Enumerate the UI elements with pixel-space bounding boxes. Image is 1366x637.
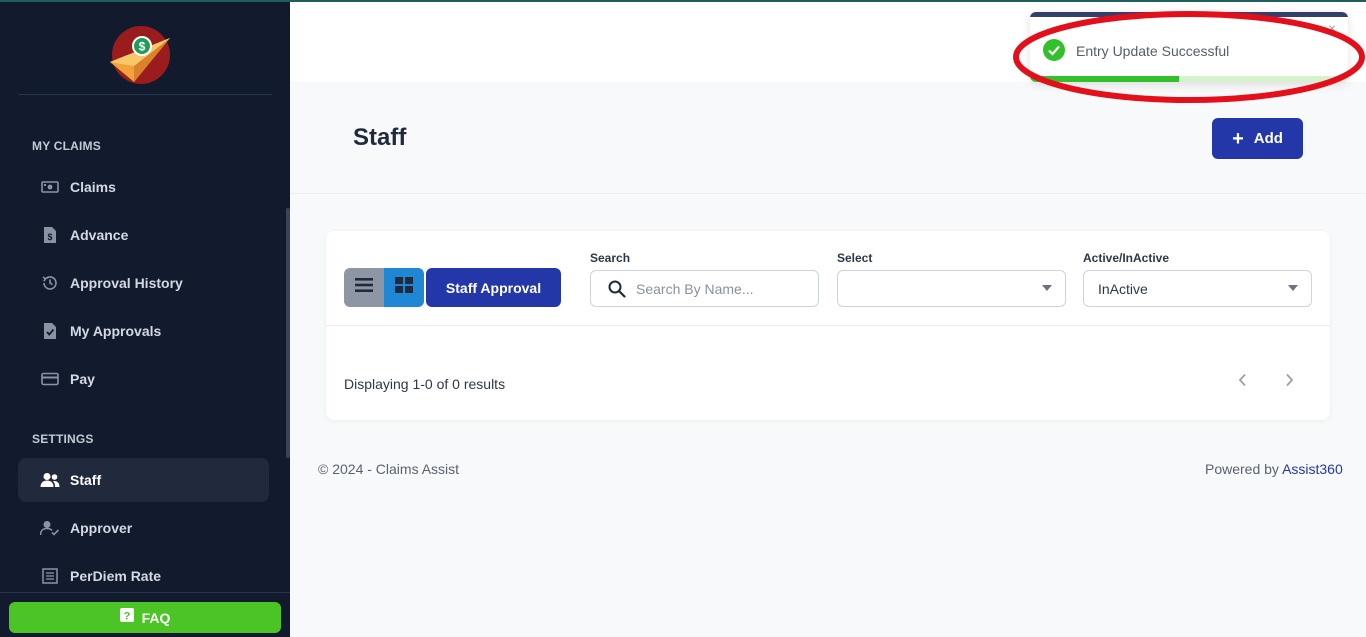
list-icon <box>355 278 373 297</box>
grid-view-button[interactable] <box>384 268 424 307</box>
page-header-band <box>290 82 1366 194</box>
footer-powered-by: Powered by Assist360 <box>1205 461 1343 477</box>
sidebar-item-my-approvals[interactable]: My Approvals <box>18 309 269 353</box>
search-field[interactable] <box>590 270 819 307</box>
table-icon <box>40 566 60 586</box>
toast-top-bar <box>1030 12 1348 17</box>
money-icon <box>40 177 60 197</box>
select-dropdown[interactable] <box>837 270 1066 307</box>
page-title: Staff <box>353 124 407 151</box>
toast-message: Entry Update Successful <box>1076 43 1230 59</box>
assist360-link[interactable]: Assist360 <box>1282 461 1343 477</box>
status-label: Active/InActive <box>1083 251 1170 265</box>
search-label: Search <box>590 251 631 265</box>
search-input[interactable] <box>636 280 806 297</box>
select-label: Select <box>837 251 873 265</box>
sidebar-item-advance[interactable]: $ Advance <box>18 213 269 257</box>
app-logo[interactable]: $ <box>108 24 174 86</box>
search-icon <box>608 280 626 298</box>
faq-button[interactable]: ? FAQ <box>9 602 281 633</box>
svg-text:?: ? <box>123 611 130 623</box>
toast-progress-fill <box>1030 76 1180 82</box>
sidebar-item-label: Claims <box>70 179 116 195</box>
footer-copyright: © 2024 - Claims Assist <box>318 461 460 477</box>
card-divider <box>326 325 1330 326</box>
toast-progress-track <box>1030 76 1348 82</box>
chevron-right-icon <box>1284 373 1294 392</box>
status-dropdown[interactable]: InActive <box>1083 270 1312 307</box>
next-page-button[interactable] <box>1277 370 1301 394</box>
sidebar-scrollbar[interactable] <box>286 208 290 458</box>
svg-text:$: $ <box>47 232 52 242</box>
credit-card-icon <box>40 369 60 389</box>
sidebar-item-label: Approval History <box>70 275 183 291</box>
document-check-icon <box>40 321 60 341</box>
sidebar-item-staff[interactable]: Staff <box>18 458 269 502</box>
toast-close-button[interactable]: × <box>1328 20 1336 36</box>
svg-text:$: $ <box>139 40 146 54</box>
powered-by-text: Powered by <box>1205 461 1279 477</box>
sidebar-item-label: Staff <box>70 472 102 488</box>
chevron-down-icon <box>1042 285 1052 291</box>
sidebar-item-label: My Approvals <box>70 323 162 339</box>
add-button[interactable]: + Add <box>1212 118 1303 159</box>
status-value: InActive <box>1098 280 1148 297</box>
users-icon <box>40 470 60 490</box>
question-icon: ? <box>119 608 134 627</box>
sidebar-item-approval-history[interactable]: Approval History <box>18 261 269 305</box>
sidebar-item-label: Approver <box>70 520 133 536</box>
previous-page-button[interactable] <box>1231 370 1255 394</box>
invoice-icon: $ <box>40 225 60 245</box>
logo-divider <box>18 94 272 95</box>
add-button-label: Add <box>1253 130 1283 147</box>
sidebar-item-approver[interactable]: Approver <box>18 506 269 550</box>
chevron-left-icon <box>1238 373 1248 392</box>
staff-approval-button[interactable]: Staff Approval <box>426 268 561 307</box>
sidebar: $ MY CLAIMS Claims $ Advance Approval Hi… <box>0 0 290 637</box>
sidebar-item-label: PerDiem Rate <box>70 568 162 584</box>
section-title-settings: SETTINGS <box>32 432 94 446</box>
results-summary: Displaying 1-0 of 0 results <box>344 376 506 392</box>
list-view-button[interactable] <box>344 268 384 307</box>
check-circle-icon <box>1043 39 1065 66</box>
section-title-my-claims: MY CLAIMS <box>32 139 101 153</box>
grid-icon <box>395 277 413 298</box>
sidebar-item-label: Pay <box>70 371 95 387</box>
faq-label: FAQ <box>141 609 171 626</box>
top-accent-line <box>0 0 1366 2</box>
success-toast: Entry Update Successful × <box>1030 12 1348 82</box>
chevron-down-icon <box>1288 285 1298 291</box>
sidebar-item-claims[interactable]: Claims <box>18 165 269 209</box>
sidebar-item-label: Advance <box>70 227 129 243</box>
user-check-icon <box>40 518 60 538</box>
history-icon <box>40 273 60 293</box>
sidebar-item-pay[interactable]: Pay <box>18 357 269 401</box>
plus-icon: + <box>1232 127 1244 150</box>
